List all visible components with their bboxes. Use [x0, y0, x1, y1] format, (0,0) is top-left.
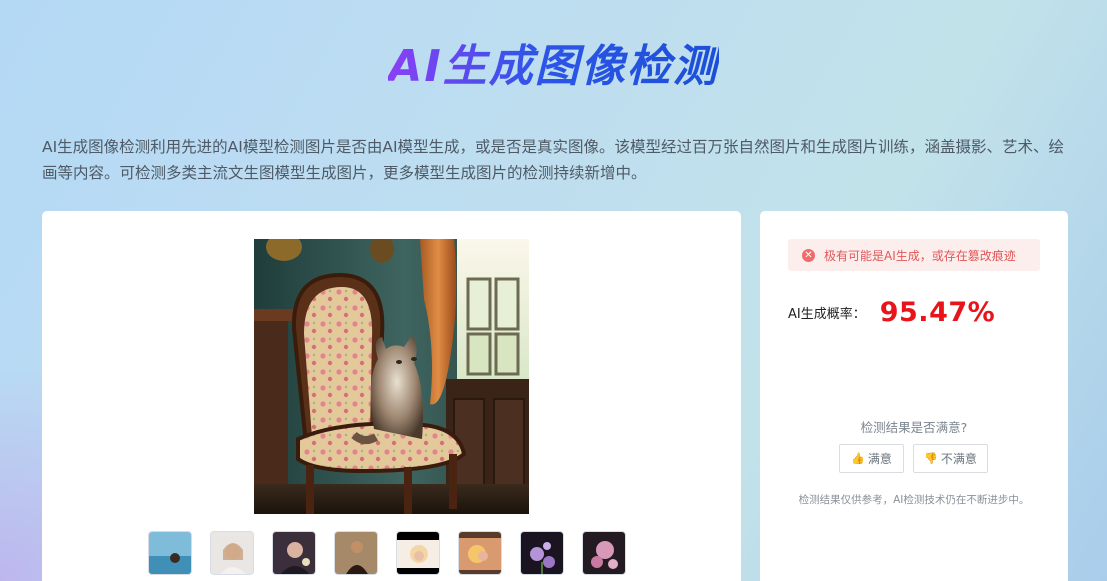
result-panel: ✕ 极有可能是AI生成，或存在篡改痕迹 AI生成概率： 95.47% 检测结果是… [760, 211, 1068, 581]
page-title: AI生成图像检测 [388, 41, 719, 92]
feedback-buttons: 👍 满意 👎 不满意 [839, 444, 988, 473]
unsatisfied-label: 不满意 [940, 452, 977, 466]
sample-thumbnails [148, 531, 626, 577]
thumbs-up-icon: 👍 [851, 452, 865, 465]
disclaimer-note: 检测结果仅供参考，AI检测技术仍在不断进步中。 [798, 494, 1030, 506]
satisfied-button[interactable]: 👍 满意 [839, 444, 904, 473]
thumbnail-sample[interactable] [272, 531, 316, 575]
probability-value: 95.47% [879, 297, 996, 328]
image-panel [42, 211, 741, 581]
feedback-question: 检测结果是否满意? [860, 420, 968, 435]
unsatisfied-button[interactable]: 👎 不满意 [913, 444, 988, 473]
thumbnail-sample[interactable] [334, 531, 378, 575]
probability-row: AI生成概率： 95.47% [788, 297, 995, 328]
thumbnail-sample[interactable] [520, 531, 564, 575]
alert-text: 极有可能是AI生成，或存在篡改痕迹 [824, 248, 1016, 263]
page-description: AI生成图像检测利用先进的AI模型检测图片是否由AI模型生成，或是否是真实图像。… [42, 138, 1065, 182]
thumbnail-sample[interactable] [458, 531, 502, 575]
thumbnail-sample[interactable] [396, 531, 440, 575]
probability-label: AI生成概率： [788, 307, 866, 322]
close-circle-icon: ✕ [802, 248, 815, 262]
result-alert: ✕ 极有可能是AI生成，或存在篡改痕迹 [788, 239, 1040, 271]
main-image [254, 239, 529, 514]
thumbs-down-icon: 👎 [924, 452, 938, 465]
thumbnail-sample[interactable] [210, 531, 254, 575]
thumbnail-sample[interactable] [148, 531, 192, 575]
satisfied-label: 满意 [867, 452, 892, 466]
thumbnail-sample[interactable] [582, 531, 626, 575]
